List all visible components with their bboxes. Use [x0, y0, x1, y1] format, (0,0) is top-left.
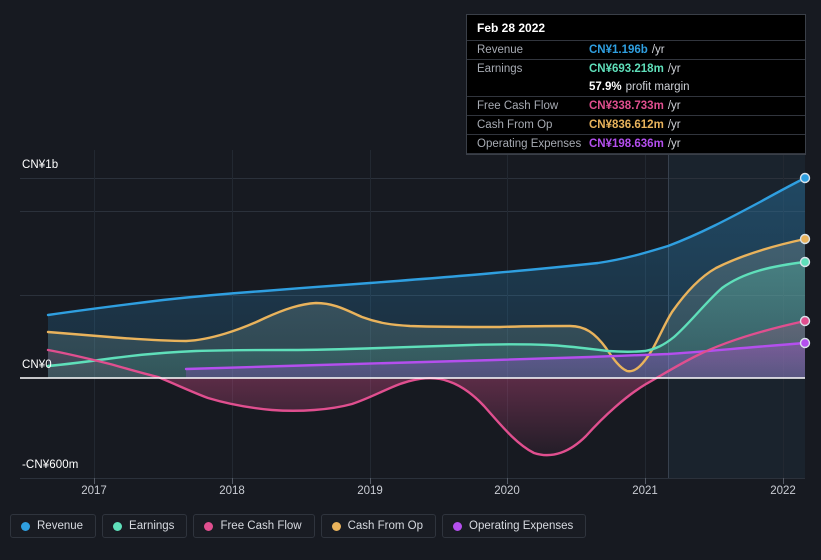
tooltip-key-revenue: Revenue — [477, 44, 524, 56]
endpoint-cash-from-op — [799, 233, 811, 245]
x-axis-label-2019: 2019 — [357, 485, 383, 497]
legend-label-free-cash-flow: Free Cash Flow — [220, 520, 302, 532]
legend-label-operating-expenses: Operating Expenses — [469, 520, 574, 532]
tooltip-key-free-cash-flow: Free Cash Flow — [477, 100, 559, 112]
legend-label-revenue: Revenue — [37, 520, 84, 532]
endpoint-operating-expenses — [799, 337, 811, 349]
tooltip-row-operating-expenses: Operating Expenses CN¥198.636m /yr — [467, 134, 805, 154]
tooltip-unit-free-cash-flow: /yr — [667, 100, 681, 112]
y-axis-label-zero: CN¥0 — [22, 359, 52, 371]
legend-item-cash-from-op[interactable]: Cash From Op — [320, 514, 437, 538]
tooltip-value-free-cash-flow: CN¥338.733m — [589, 100, 664, 112]
endpoint-free-cash-flow — [799, 315, 811, 327]
tooltip-unit-revenue: /yr — [651, 44, 665, 56]
legend-item-free-cash-flow[interactable]: Free Cash Flow — [193, 514, 315, 538]
tooltip-key-cash-from-op: Cash From Op — [477, 119, 553, 131]
legend-dot-earnings — [113, 521, 123, 531]
legend-dot-cash-from-op — [331, 521, 341, 531]
tooltip-value-earnings: CN¥693.218m — [589, 63, 664, 75]
tooltip-row-earnings: Earnings CN¥693.218m /yr — [467, 59, 805, 78]
tooltip-date: Feb 28 2022 — [477, 21, 546, 35]
tooltip-unit-profit-margin: profit margin — [625, 81, 690, 93]
tooltip-row-revenue: Revenue CN¥1.196b /yr — [467, 40, 805, 59]
x-axis-label-2017: 2017 — [81, 485, 107, 497]
tooltip-unit-cash-from-op: /yr — [667, 119, 681, 131]
tooltip-value-profit-margin: 57.9% — [589, 81, 622, 93]
tooltip-value-operating-expenses: CN¥198.636m — [589, 138, 664, 150]
chart-widget: CN¥1b CN¥0 -CN¥600m 2017 2018 2019 2020 … — [0, 0, 821, 560]
tooltip-key-earnings: Earnings — [477, 63, 523, 75]
tooltip-row-profit-margin: 57.9% profit margin — [467, 78, 805, 96]
y-axis-label-neg600m: -CN¥600m — [22, 459, 79, 471]
legend-dot-revenue — [21, 521, 30, 531]
endpoint-revenue — [799, 172, 811, 184]
chart-tooltip: Feb 28 2022 Revenue CN¥1.196b /yr Earnin… — [466, 14, 806, 155]
x-axis-label-2021: 2021 — [632, 485, 658, 497]
legend-dot-free-cash-flow — [204, 521, 214, 531]
legend-label-earnings: Earnings — [129, 520, 175, 532]
y-axis-label-1b: CN¥1b — [22, 159, 59, 171]
legend-label-cash-from-op: Cash From Op — [347, 520, 424, 532]
tooltip-value-cash-from-op: CN¥836.612m — [589, 119, 664, 131]
tooltip-key-operating-expenses: Operating Expenses — [477, 138, 582, 150]
chart-legend: Revenue Earnings Free Cash Flow Cash Fro… — [10, 514, 587, 538]
legend-item-earnings[interactable]: Earnings — [102, 514, 188, 538]
tooltip-row-cash-from-op: Cash From Op CN¥836.612m /yr — [467, 115, 805, 134]
x-axis-label-2020: 2020 — [494, 485, 520, 497]
endpoint-earnings — [799, 256, 811, 268]
x-axis-label-2022: 2022 — [770, 485, 796, 497]
tooltip-row-free-cash-flow: Free Cash Flow CN¥338.733m /yr — [467, 96, 805, 115]
legend-item-revenue[interactable]: Revenue — [10, 514, 97, 538]
legend-dot-operating-expenses — [453, 521, 463, 531]
x-axis-label-2018: 2018 — [219, 485, 245, 497]
tooltip-unit-operating-expenses: /yr — [667, 138, 681, 150]
tooltip-value-revenue: CN¥1.196b — [589, 44, 648, 56]
legend-item-operating-expenses[interactable]: Operating Expenses — [442, 514, 587, 538]
tooltip-unit-earnings: /yr — [667, 63, 681, 75]
